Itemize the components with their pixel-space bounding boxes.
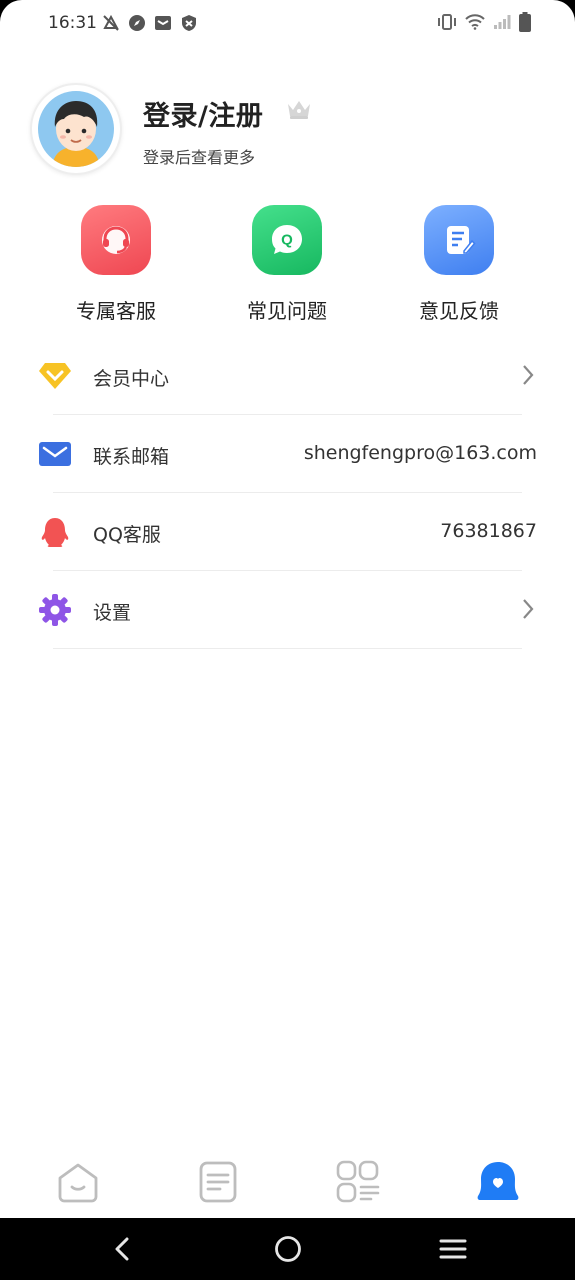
status-right-icons xyxy=(437,12,531,36)
wifi-icon xyxy=(465,14,485,34)
chevron-right-icon xyxy=(521,363,535,391)
vibrate-icon xyxy=(437,14,457,34)
crown-icon xyxy=(286,98,312,124)
shield-icon xyxy=(181,14,199,32)
quick-action-label: 专属客服 xyxy=(76,299,156,323)
bottom-tab-bar xyxy=(0,1140,575,1218)
email-icon xyxy=(38,437,72,471)
menu-item-label: 会员中心 xyxy=(93,368,170,390)
compass-icon xyxy=(128,14,146,32)
login-register-title[interactable]: 登录/注册 xyxy=(143,94,263,133)
login-subtitle: 登录后查看更多 xyxy=(143,148,256,167)
home-icon xyxy=(58,1163,98,1203)
diamond-icon xyxy=(38,359,72,393)
contact-email-value: shengfengpro@163.com xyxy=(303,442,537,464)
quick-action-label: 意见反馈 xyxy=(419,299,499,323)
faq-icon: Q xyxy=(252,205,322,275)
back-icon xyxy=(115,1237,129,1261)
profile-icon xyxy=(477,1162,519,1200)
quick-action-label: 常见问题 xyxy=(247,299,327,323)
settings-gear-icon xyxy=(38,593,72,627)
notification-off-icon xyxy=(102,14,120,32)
menu-icon xyxy=(439,1239,467,1259)
menu-item-settings[interactable]: 设置 xyxy=(0,571,575,649)
recent-apps-button[interactable] xyxy=(436,1234,470,1264)
menu-item-contact-email[interactable]: 联系邮箱 shengfengpro@163.com xyxy=(0,415,575,493)
mail-icon xyxy=(154,14,172,32)
menu-item-label: QQ客服 xyxy=(93,524,161,546)
quick-action-feedback[interactable]: 意见反馈 xyxy=(389,205,529,324)
status-time: 16:31 xyxy=(48,13,97,33)
menu-item-label: 设置 xyxy=(93,602,132,624)
back-button[interactable] xyxy=(105,1234,139,1264)
signal-icon xyxy=(493,14,511,34)
qq-penguin-icon xyxy=(38,515,72,549)
divider xyxy=(53,648,522,649)
quick-action-faq[interactable]: Q 常见问题 xyxy=(217,205,357,324)
tab-home[interactable] xyxy=(54,1158,102,1206)
feedback-icon xyxy=(424,205,494,275)
home-button[interactable] xyxy=(271,1234,305,1264)
menu-item-label: 联系邮箱 xyxy=(93,446,170,468)
app-screen: 16:31 登录/注册 登录后查看更多 专属客服 Q 常见问题 意见反馈 会员中… xyxy=(0,0,575,1218)
quick-action-exclusive-service[interactable]: 专属客服 xyxy=(46,205,186,324)
svg-text:Q: Q xyxy=(281,232,293,249)
tab-apps[interactable] xyxy=(334,1158,382,1206)
status-bar: 16:31 xyxy=(0,0,575,48)
headset-icon xyxy=(81,205,151,275)
notes-icon xyxy=(199,1161,237,1203)
home-circle-icon xyxy=(275,1236,301,1262)
system-navigation-bar xyxy=(0,1218,575,1280)
avatar-illustration xyxy=(38,91,114,167)
chevron-right-icon xyxy=(521,597,535,625)
battery-icon xyxy=(519,12,531,36)
menu-item-vip-center[interactable]: 会员中心 xyxy=(0,337,575,415)
tab-profile[interactable] xyxy=(474,1158,522,1206)
apps-icon xyxy=(336,1160,380,1203)
tab-notes[interactable] xyxy=(194,1158,242,1206)
menu-item-qq-service[interactable]: QQ客服 76381867 xyxy=(0,493,575,571)
qq-number-value: 76381867 xyxy=(440,520,537,542)
avatar[interactable] xyxy=(30,83,122,175)
